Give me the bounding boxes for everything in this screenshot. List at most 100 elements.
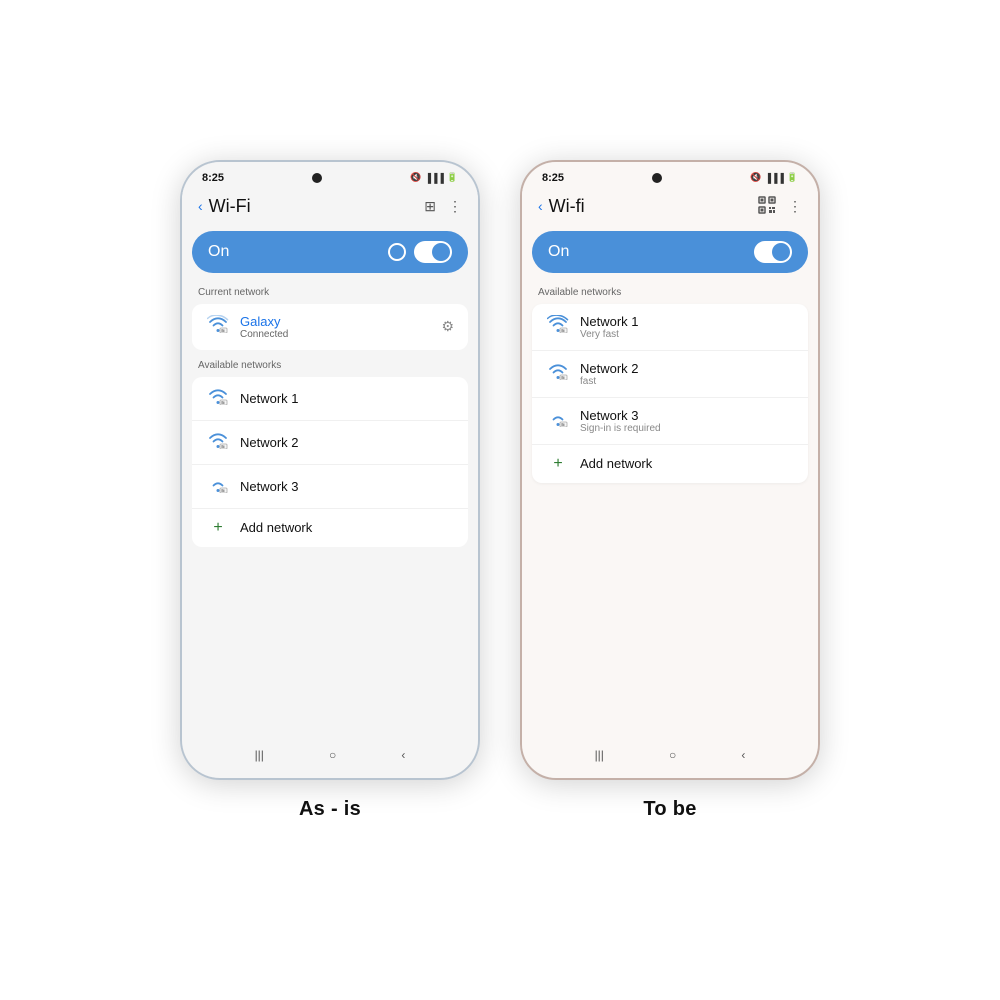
wifi-on-label-1: On [208,243,229,261]
back-arrow-2[interactable]: ‹ [538,198,543,214]
wifi-icon-n2-1 [206,431,230,454]
network-speed-3-2: Sign-in is required [580,423,794,434]
app-header-1: ‹ Wi-Fi ⊞ ⋮ [182,188,478,225]
current-network-label-1: Current network [182,279,478,302]
add-icon-1: + [206,519,230,537]
nav-menu-icon-2[interactable]: ||| [595,748,604,762]
nav-back-icon-2[interactable]: ‹ [741,748,745,762]
label-to-be: To be [643,798,696,821]
network-item-3-1[interactable]: Network 3 [192,465,468,509]
network-item-2-2[interactable]: Network 2 fast [532,351,808,398]
current-network-item-1[interactable]: Galaxy Connected ⚙ [192,304,468,350]
camera-notch-2 [652,173,662,183]
page-title-2: Wi-fi [549,196,585,217]
network-item-2-1[interactable]: Network 2 [192,421,468,465]
screen-content-1: ‹ Wi-Fi ⊞ ⋮ On [182,188,478,778]
current-network-card-1: Galaxy Connected ⚙ [192,304,468,350]
current-network-status-1: Connected [240,329,431,340]
phone2: 8:25 🔇 ▐▐▐ 🔋 ‹ Wi-fi [520,160,820,780]
current-network-info-1: Galaxy Connected [240,314,431,340]
current-network-name-1: Galaxy [240,314,431,329]
wifi-icon-n2-2 [546,362,570,385]
network-name-3-1: Network 3 [240,479,454,494]
network-info-1-1: Network 1 [240,391,454,406]
battery-icon-2: 🔋 [787,172,798,183]
bars-icon-2: ▐▐▐ [765,173,784,183]
menu-icon-2[interactable]: ⋮ [788,198,802,215]
phone1: 8:25 🔇 ▐▐▐ 🔋 ‹ Wi-Fi ⊞ ⋮ [180,160,480,780]
phones-container: 8:25 🔇 ▐▐▐ 🔋 ‹ Wi-Fi ⊞ ⋮ [180,160,820,821]
nav-home-icon-2[interactable]: ○ [669,748,676,762]
gear-icon-1[interactable]: ⚙ [441,318,454,335]
wifi-icon-n3-1 [206,475,230,498]
toggle-circle-2 [772,243,790,261]
network-name-1-2: Network 1 [580,314,794,329]
phone1-wrapper: 8:25 🔇 ▐▐▐ 🔋 ‹ Wi-Fi ⊞ ⋮ [180,160,480,821]
back-arrow-1[interactable]: ‹ [198,198,203,214]
header-left-1: ‹ Wi-Fi [198,196,251,217]
toggle-circle-1 [432,243,450,261]
nav-home-icon-1[interactable]: ○ [329,748,336,762]
add-network-item-1[interactable]: + Add network [192,509,468,547]
network-item-1-1[interactable]: Network 1 [192,377,468,421]
available-networks-label-2: Available networks [522,279,818,302]
available-list-1: Network 1 [192,377,468,547]
label-as-is: As - is [299,798,361,821]
toggle-circle-outline-1 [388,243,406,261]
signal-icon-1: 🔇 [410,172,421,183]
header-icons-1: ⊞ ⋮ [424,198,462,215]
network-speed-2-2: fast [580,376,794,387]
network-info-3-1: Network 3 [240,479,454,494]
status-time-1: 8:25 [202,172,224,184]
wifi-signal-icon-1 [206,315,230,338]
bars-icon-1: ▐▐▐ [425,173,444,183]
qr-icon-2[interactable] [758,196,776,217]
wifi-icon-n1-1 [206,387,230,410]
toggle-group-1 [388,241,452,263]
network-item-1-2[interactable]: Network 1 Very fast [532,304,808,351]
toggle-switch-1[interactable] [414,241,452,263]
network-speed-1-2: Very fast [580,329,794,340]
nav-menu-icon-1[interactable]: ||| [255,748,264,762]
nav-back-icon-1[interactable]: ‹ [401,748,405,762]
app-header-2: ‹ Wi-fi [522,188,818,225]
wifi-toggle-bar-1[interactable]: On [192,231,468,273]
header-icons-2: ⋮ [758,196,802,217]
page-title-1: Wi-Fi [209,196,251,217]
network-name-1-1: Network 1 [240,391,454,406]
network-info-3-2: Network 3 Sign-in is required [580,408,794,434]
network-name-2-2: Network 2 [580,361,794,376]
wifi-icon-n3-2 [546,409,570,432]
bottom-nav-1: ||| ○ ‹ [182,736,478,778]
wifi-toggle-bar-2[interactable]: On [532,231,808,273]
network-info-1-2: Network 1 Very fast [580,314,794,340]
status-icons-2: 🔇 ▐▐▐ 🔋 [750,172,798,183]
toggle-switch-2[interactable] [754,241,792,263]
signal-icon-2: 🔇 [750,172,761,183]
add-network-label-2: Add network [580,456,652,471]
network-name-2-1: Network 2 [240,435,454,450]
add-network-label-1: Add network [240,520,312,535]
available-networks-label-1: Available networks [182,352,478,375]
available-list-2: Network 1 Very fast [532,304,808,483]
add-network-item-2[interactable]: + Add network [532,445,808,483]
wifi-icon-n1-2 [546,315,570,338]
add-icon-2: + [546,455,570,473]
network-info-2-1: Network 2 [240,435,454,450]
status-icons-1: 🔇 ▐▐▐ 🔋 [410,172,458,183]
status-time-2: 8:25 [542,172,564,184]
network-item-3-2[interactable]: Network 3 Sign-in is required [532,398,808,445]
screen-content-2: ‹ Wi-fi [522,188,818,778]
wifi-qr-icon-1[interactable]: ⊞ [424,198,436,215]
header-left-2: ‹ Wi-fi [538,196,585,217]
status-bar-1: 8:25 🔇 ▐▐▐ 🔋 [182,162,478,188]
status-bar-2: 8:25 🔇 ▐▐▐ 🔋 [522,162,818,188]
wifi-on-label-2: On [548,243,569,261]
phone2-wrapper: 8:25 🔇 ▐▐▐ 🔋 ‹ Wi-fi [520,160,820,821]
menu-icon-1[interactable]: ⋮ [448,198,462,215]
bottom-nav-2: ||| ○ ‹ [522,736,818,778]
network-name-3-2: Network 3 [580,408,794,423]
camera-notch-1 [312,173,322,183]
network-info-2-2: Network 2 fast [580,361,794,387]
battery-icon-1: 🔋 [447,172,458,183]
